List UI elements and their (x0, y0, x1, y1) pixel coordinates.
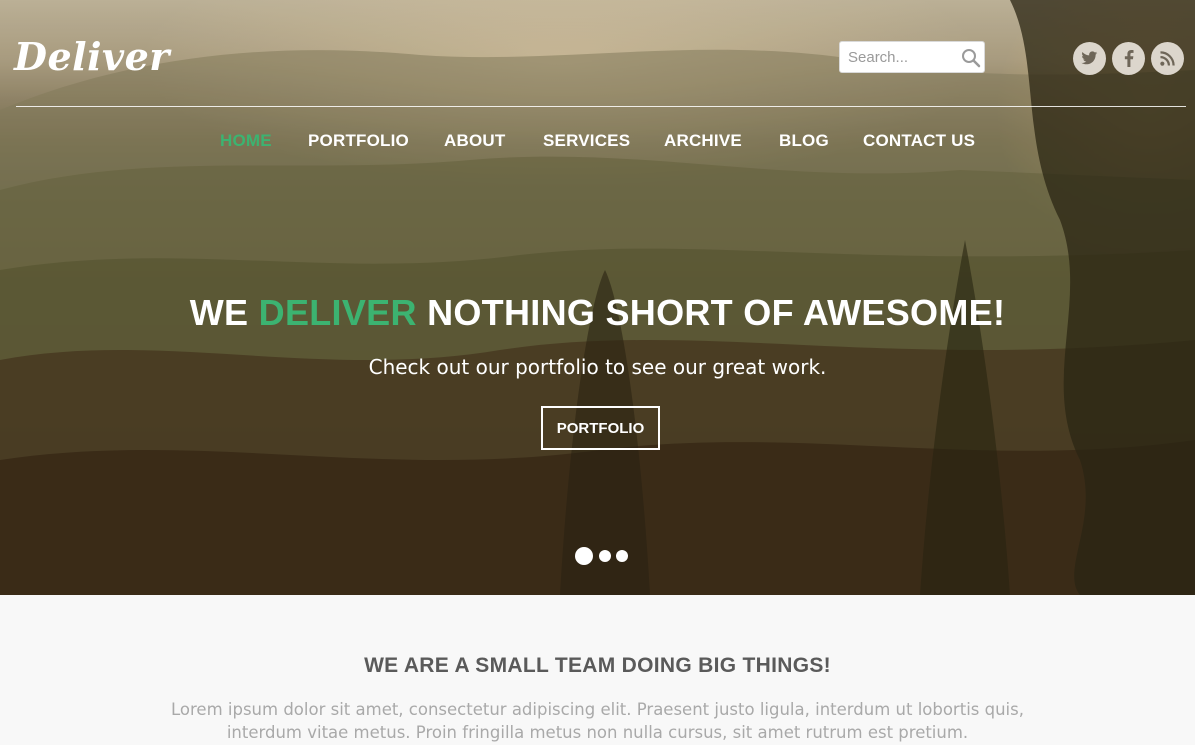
main-nav: HOME PORTFOLIO ABOUT SERVICES ARCHIVE BL… (0, 131, 1195, 153)
search-icon[interactable] (960, 47, 982, 69)
slider-dot-1-active[interactable] (575, 547, 593, 565)
rss-link[interactable] (1151, 42, 1184, 75)
nav-item-about[interactable]: ABOUT (444, 131, 505, 151)
headline-accent: DELIVER (258, 292, 417, 333)
rss-icon (1160, 51, 1175, 66)
nav-item-services[interactable]: SERVICES (543, 131, 630, 151)
search-box[interactable] (839, 41, 985, 73)
site-logo[interactable]: Deliver (14, 34, 170, 79)
hero-slider: Deliver HOME PORTFOLIO ABOUT SERVICES AR… (0, 0, 1195, 595)
slider-dot-3[interactable] (616, 550, 628, 562)
nav-item-blog[interactable]: BLOG (779, 131, 829, 151)
search-input[interactable] (840, 42, 976, 72)
facebook-link[interactable] (1112, 42, 1145, 75)
header-divider (16, 106, 1186, 107)
facebook-icon (1124, 50, 1134, 67)
twitter-icon (1081, 51, 1098, 65)
nav-item-home[interactable]: HOME (220, 131, 272, 151)
headline-post: NOTHING SHORT OF AWESOME! (416, 292, 1006, 333)
twitter-link[interactable] (1073, 42, 1106, 75)
hero-headline: WE DELIVER NOTHING SHORT OF AWESOME! (0, 292, 1195, 334)
nav-item-portfolio[interactable]: PORTFOLIO (308, 131, 409, 151)
nav-item-contact-us[interactable]: CONTACT US (863, 131, 975, 151)
about-title: WE ARE A SMALL TEAM DOING BIG THINGS! (364, 654, 831, 677)
hero-subline: Check out our portfolio to see our great… (368, 355, 827, 379)
slider-dot-2[interactable] (599, 550, 611, 562)
portfolio-button[interactable]: PORTFOLIO (541, 406, 660, 450)
headline-pre: WE (189, 292, 259, 333)
about-text: Lorem ipsum dolor sit amet, consectetur … (171, 700, 1024, 742)
nav-item-archive[interactable]: ARCHIVE (664, 131, 742, 151)
